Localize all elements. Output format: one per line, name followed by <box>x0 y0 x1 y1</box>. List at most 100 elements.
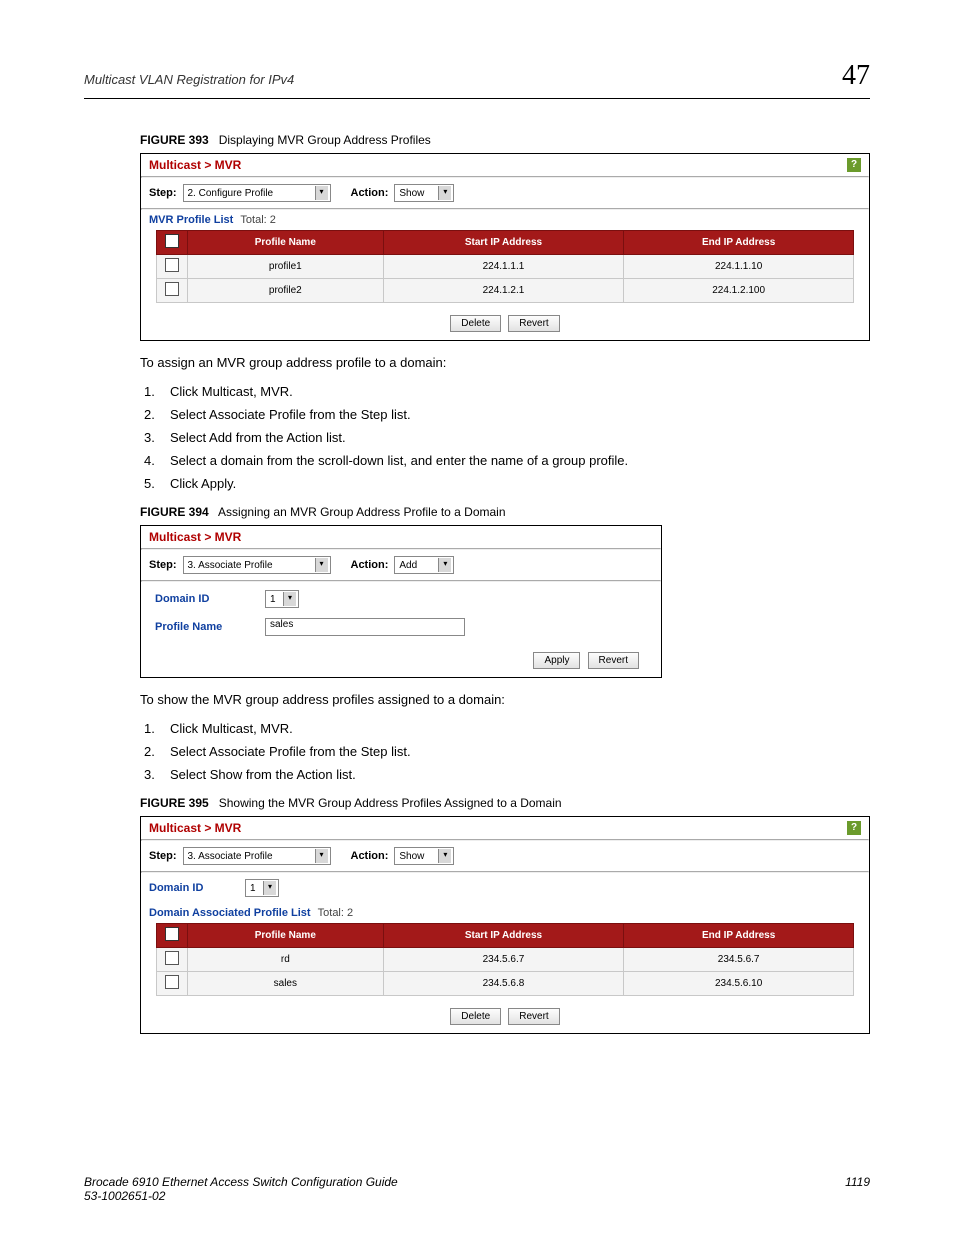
domain-id-label: Domain ID <box>155 593 265 605</box>
show-steps: 1.Click Multicast, MVR. 2.Select Associa… <box>140 721 870 782</box>
step-text: Select Associate Profile from the Step l… <box>170 407 411 422</box>
col-profile-name: Profile Name <box>188 231 384 255</box>
cell-profile-name: profile2 <box>188 279 384 303</box>
step-text: Select a domain from the scroll-down lis… <box>170 453 628 468</box>
action-select[interactable]: Add ▾ <box>394 556 454 574</box>
figure-393-screenshot: Multicast > MVR ? Step: 2. Configure Pro… <box>140 153 870 341</box>
row-checkbox[interactable] <box>165 282 179 296</box>
cell-end-ip: 234.5.6.7 <box>624 948 854 972</box>
step-text: Select Show from the Action list. <box>170 767 356 782</box>
step-number: 1. <box>144 721 170 736</box>
delete-button[interactable]: Delete <box>450 315 501 332</box>
cell-start-ip: 224.1.1.1 <box>383 255 624 279</box>
step-select[interactable]: 2. Configure Profile ▾ <box>183 184 331 202</box>
step-text: Select Associate Profile from the Step l… <box>170 744 411 759</box>
cell-profile-name: profile1 <box>188 255 384 279</box>
table-row: rd 234.5.6.7 234.5.6.7 <box>157 948 854 972</box>
action-select-value: Add <box>399 560 417 571</box>
figure-393-label: FIGURE 393 <box>140 133 209 147</box>
cell-end-ip: 224.1.1.10 <box>624 255 854 279</box>
chapter-number: 47 <box>842 60 870 92</box>
step-select[interactable]: 3. Associate Profile ▾ <box>183 847 331 865</box>
figure-395-label: FIGURE 395 <box>140 796 209 810</box>
step-text: Click Multicast, MVR. <box>170 721 293 736</box>
chevron-down-icon: ▾ <box>438 558 451 572</box>
figure-394-caption: FIGURE 394 Assigning an MVR Group Addres… <box>140 505 870 519</box>
step-number: 4. <box>144 453 170 468</box>
section-title: Multicast VLAN Registration for IPv4 <box>84 72 294 87</box>
list-total-value: 2 <box>347 907 353 919</box>
col-end-ip: End IP Address <box>624 231 854 255</box>
help-icon[interactable]: ? <box>847 158 861 172</box>
list-total-value: 2 <box>270 214 276 226</box>
table-row: profile1 224.1.1.1 224.1.1.10 <box>157 255 854 279</box>
page-footer: Brocade 6910 Ethernet Access Switch Conf… <box>84 1175 870 1203</box>
show-intro: To show the MVR group address profiles a… <box>140 692 870 707</box>
step-select[interactable]: 3. Associate Profile ▾ <box>183 556 331 574</box>
col-start-ip: Start IP Address <box>383 231 624 255</box>
step-text: Click Multicast, MVR. <box>170 384 293 399</box>
row-checkbox[interactable] <box>165 975 179 989</box>
profile-name-input[interactable]: sales <box>265 618 465 636</box>
domain-id-select[interactable]: 1 ▾ <box>245 879 279 897</box>
breadcrumb: Multicast > MVR <box>149 821 241 835</box>
step-label: Step: <box>149 559 177 571</box>
step-number: 2. <box>144 407 170 422</box>
row-checkbox[interactable] <box>165 258 179 272</box>
chevron-down-icon: ▾ <box>315 849 328 863</box>
breadcrumb: Multicast > MVR <box>149 158 241 172</box>
step-text: Click Apply. <box>170 476 236 491</box>
list-total-label: Total: <box>240 214 266 226</box>
col-end-ip: End IP Address <box>624 924 854 948</box>
figure-395-caption: FIGURE 395 Showing the MVR Group Address… <box>140 796 870 810</box>
revert-button[interactable]: Revert <box>588 652 639 669</box>
chevron-down-icon: ▾ <box>315 558 328 572</box>
revert-button[interactable]: Revert <box>508 1008 559 1025</box>
cell-end-ip: 224.1.2.100 <box>624 279 854 303</box>
step-select-value: 2. Configure Profile <box>188 188 274 199</box>
action-select-value: Show <box>399 851 424 862</box>
action-select[interactable]: Show ▾ <box>394 184 454 202</box>
chevron-down-icon: ▾ <box>438 849 451 863</box>
action-label: Action: <box>351 850 389 862</box>
action-select[interactable]: Show ▾ <box>394 847 454 865</box>
figure-395-caption-text: Showing the MVR Group Address Profiles A… <box>219 796 562 810</box>
cell-start-ip: 224.1.2.1 <box>383 279 624 303</box>
apply-button[interactable]: Apply <box>533 652 580 669</box>
profile-name-label: Profile Name <box>155 621 265 633</box>
col-checkbox <box>157 924 188 948</box>
footer-doc-title: Brocade 6910 Ethernet Access Switch Conf… <box>84 1175 398 1189</box>
breadcrumb: Multicast > MVR <box>149 530 241 544</box>
chevron-down-icon: ▾ <box>283 592 296 606</box>
col-start-ip: Start IP Address <box>383 924 624 948</box>
domain-profile-table: Profile Name Start IP Address End IP Add… <box>156 923 854 996</box>
domain-id-select[interactable]: 1 ▾ <box>265 590 299 608</box>
table-row: sales 234.5.6.8 234.5.6.10 <box>157 972 854 996</box>
domain-id-label: Domain ID <box>149 882 239 894</box>
revert-button[interactable]: Revert <box>508 315 559 332</box>
cell-start-ip: 234.5.6.7 <box>383 948 624 972</box>
action-select-value: Show <box>399 188 424 199</box>
assign-intro: To assign an MVR group address profile t… <box>140 355 870 370</box>
figure-395-screenshot: Multicast > MVR ? Step: 3. Associate Pro… <box>140 816 870 1034</box>
profile-table: Profile Name Start IP Address End IP Add… <box>156 230 854 303</box>
step-number: 3. <box>144 430 170 445</box>
action-label: Action: <box>351 187 389 199</box>
list-total-label: Total: <box>318 907 344 919</box>
figure-393-caption: FIGURE 393 Displaying MVR Group Address … <box>140 133 870 147</box>
cell-profile-name: sales <box>188 972 384 996</box>
footer-doc-number: 53-1002651-02 <box>84 1189 398 1203</box>
help-icon[interactable]: ? <box>847 821 861 835</box>
chevron-down-icon: ▾ <box>263 881 276 895</box>
chevron-down-icon: ▾ <box>438 186 451 200</box>
col-profile-name: Profile Name <box>188 924 384 948</box>
select-all-checkbox[interactable] <box>165 234 179 248</box>
row-checkbox[interactable] <box>165 951 179 965</box>
delete-button[interactable]: Delete <box>450 1008 501 1025</box>
list-title: Domain Associated Profile List <box>149 907 311 919</box>
step-number: 2. <box>144 744 170 759</box>
step-number: 3. <box>144 767 170 782</box>
select-all-checkbox[interactable] <box>165 927 179 941</box>
step-select-value: 3. Associate Profile <box>188 560 273 571</box>
chevron-down-icon: ▾ <box>315 186 328 200</box>
